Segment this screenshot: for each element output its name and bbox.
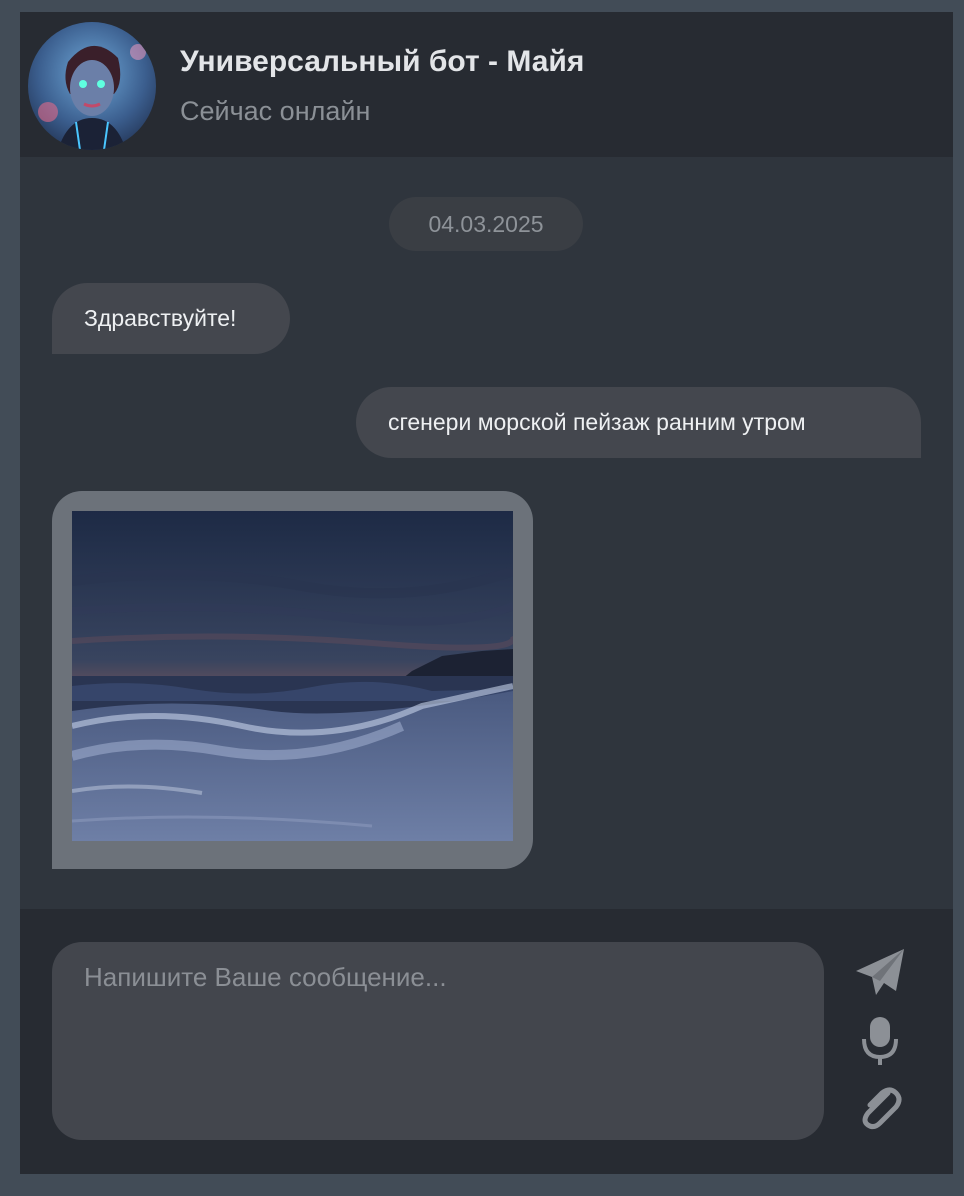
chat-title: Универсальный бот - Майя [180, 45, 585, 78]
online-status: Сейчас онлайн [180, 96, 371, 126]
paperclip-icon[interactable] [858, 1085, 904, 1131]
message-input-placeholder: Напишите Ваше сообщение... [84, 962, 447, 992]
send-icon[interactable] [854, 947, 906, 999]
outgoing-message: сгенери морской пейзаж ранним утром [356, 387, 921, 458]
microphone-icon[interactable] [862, 1015, 898, 1067]
chat-header: Универсальный бот - Майя Сейчас онлайн [20, 12, 953, 157]
chat-window: Универсальный бот - Майя Сейчас онлайн 0… [20, 12, 953, 1174]
message-input[interactable]: Напишите Ваше сообщение... [52, 942, 824, 1140]
message-composer: Напишите Ваше сообщение... [20, 909, 953, 1174]
image-message[interactable] [52, 491, 533, 869]
generated-seascape-image[interactable] [72, 511, 513, 841]
date-separator: 04.03.2025 [389, 197, 583, 251]
incoming-message: Здравствуйте! [52, 283, 290, 354]
bot-avatar[interactable] [28, 22, 156, 150]
